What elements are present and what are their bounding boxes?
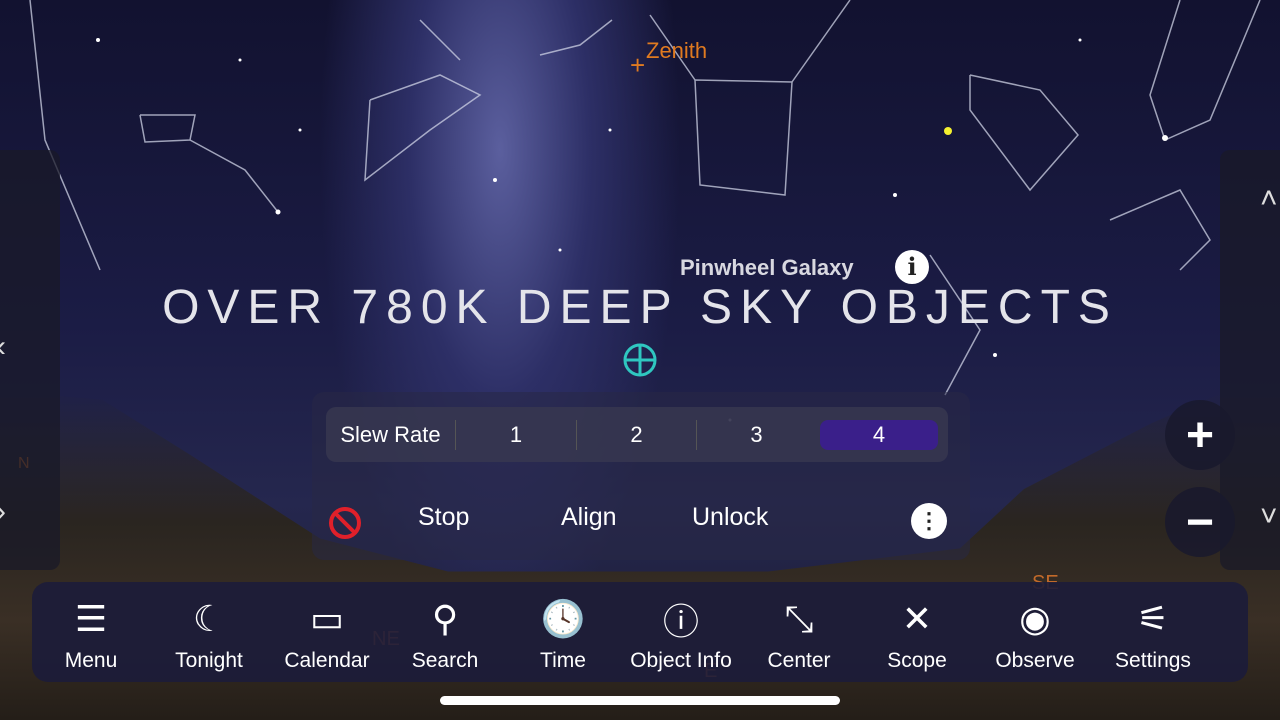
- zenith-label: Zenith: [646, 38, 708, 63]
- toolbar-observe-button[interactable]: ◉ Observe: [976, 582, 1094, 682]
- toolbar-label: Search: [411, 649, 479, 672]
- toolbar-scope-button[interactable]: ✕ Scope: [858, 582, 976, 682]
- toolbar-center-button[interactable]: ⤡ Center: [740, 582, 858, 682]
- slew-rate-1[interactable]: 1: [456, 409, 576, 460]
- slew-rate-2[interactable]: 2: [576, 419, 696, 450]
- scope-x-icon: ✕: [901, 598, 933, 639]
- center-arrows-icon: ⤡: [784, 597, 814, 639]
- toolbar-label: Calendar: [284, 649, 370, 672]
- slew-rate-3[interactable]: 3: [696, 419, 816, 450]
- object-info-icon[interactable]: i: [895, 250, 929, 284]
- clock-icon: 🕓: [540, 598, 586, 639]
- more-options-icon[interactable]: ⋮: [911, 503, 947, 539]
- eye-icon: ◉: [1019, 598, 1051, 639]
- search-icon: ⚲: [431, 598, 459, 639]
- zoom-out-button[interactable]: −: [1165, 487, 1235, 557]
- toolbar-label: Menu: [64, 649, 118, 672]
- zoom-in-button[interactable]: +: [1165, 400, 1235, 470]
- toolbar-label: Time: [540, 649, 586, 672]
- toolbar-tonight-button[interactable]: ☾ Tonight: [150, 582, 268, 682]
- planet-marker[interactable]: [944, 127, 952, 135]
- sliders-icon: ⚟: [1136, 598, 1170, 639]
- home-indicator[interactable]: [440, 696, 840, 705]
- chevron-right-icon[interactable]: ›: [0, 495, 6, 529]
- stars: [96, 38, 1168, 422]
- toolbar-time-button[interactable]: 🕓 Time: [504, 582, 622, 682]
- toolbar-label: Center: [767, 649, 831, 672]
- slew-rate-control: Slew Rate 1 2 3 4: [326, 407, 948, 462]
- toolbar-label: Object Info: [630, 649, 732, 672]
- toolbar-label: Observe: [995, 649, 1075, 672]
- toolbar-menu-button[interactable]: ☰ Menu: [32, 582, 150, 682]
- chevron-left-icon[interactable]: ‹: [0, 330, 6, 364]
- promo-banner: OVER 780K DEEP SKY OBJECTS: [162, 281, 1118, 334]
- chevron-down-icon[interactable]: ˅: [1260, 500, 1278, 534]
- toolbar-label: Tonight: [175, 649, 243, 672]
- left-side-panel: ‹ ›: [0, 150, 60, 570]
- calendar-icon: ▭: [309, 598, 344, 639]
- toolbar-search-button[interactable]: ⚲ Search: [386, 582, 504, 682]
- reticle-icon: [623, 343, 657, 377]
- zenith-marker-icon: +: [630, 50, 646, 80]
- stop-button[interactable]: Stop: [418, 503, 469, 532]
- object-label[interactable]: Pinwheel Galaxy: [680, 255, 854, 281]
- slew-rate-label: Slew Rate: [326, 419, 456, 450]
- chevron-up-icon[interactable]: ˄: [1260, 182, 1278, 216]
- bottom-toolbar: ☰ Menu ☾ Tonight ▭ Calendar ⚲ Search 🕓 Time ⓘ Objec…: [32, 582, 1248, 682]
- toolbar-label: Scope: [887, 649, 947, 672]
- moon-stars-icon: ☾: [192, 598, 226, 639]
- menu-icon: ☰: [74, 598, 108, 639]
- info-icon: ⓘ: [662, 601, 699, 642]
- slew-rate-4[interactable]: 4: [820, 419, 938, 450]
- align-button[interactable]: Align: [561, 503, 617, 532]
- toolbar-settings-button[interactable]: ⚟ Settings: [1094, 582, 1212, 682]
- toolbar-label: Settings: [1115, 649, 1191, 672]
- toolbar-calendar-button[interactable]: ▭ Calendar: [268, 582, 386, 682]
- stop-icon[interactable]: [327, 505, 363, 541]
- unlock-button[interactable]: Unlock: [692, 503, 768, 532]
- toolbar-object-info-button[interactable]: ⓘ Object Info: [622, 582, 740, 682]
